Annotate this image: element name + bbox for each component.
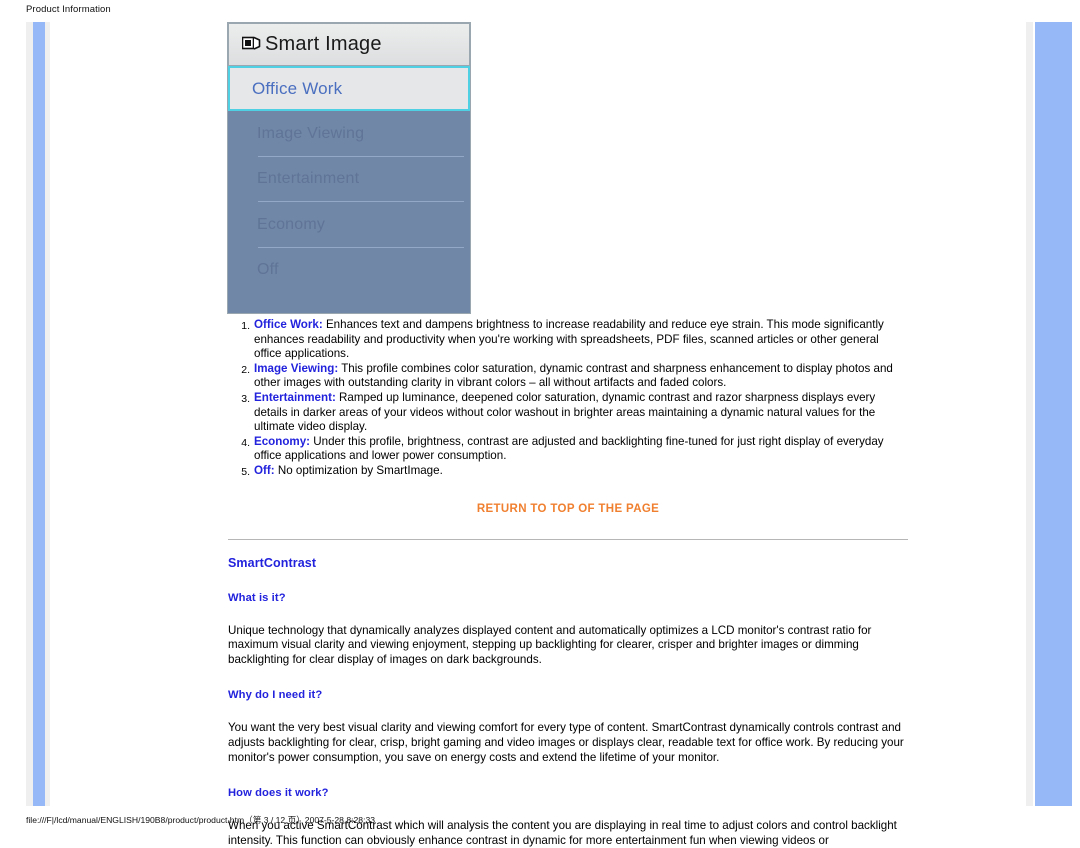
list-item-text: No optimization by SmartImage.	[274, 463, 443, 477]
paragraph-what-is-it: Unique technology that dynamically analy…	[228, 623, 872, 666]
list-item-term: Office Work:	[254, 318, 323, 331]
osd-item-label: Economy	[257, 215, 326, 233]
heading-what-is-it: What is it?	[228, 591, 286, 604]
list-item-text: Enhances text and dampens brightness to …	[254, 318, 884, 361]
document-sheet: Smart Image Office Work Image Viewing En…	[50, 22, 1026, 847]
content-column: Office Work: Enhances text and dampens b…	[228, 318, 908, 848]
return-to-top-link[interactable]: RETURN TO TOP OF THE PAGE	[228, 503, 908, 515]
print-header: Product Information	[26, 4, 111, 15]
osd-item-label: Entertainment	[257, 170, 360, 188]
list-item: Entertainment: Ramped up luminance, deep…	[234, 390, 908, 435]
list-item: Off: No optimization by SmartImage.	[234, 463, 908, 479]
list-item: Economy: Under this profile, brightness,…	[234, 434, 908, 464]
osd-item-label: Off	[257, 261, 279, 279]
osd-item-entertainment[interactable]: Entertainment	[228, 157, 470, 202]
smart-image-osd-panel: Smart Image Office Work Image Viewing En…	[228, 23, 470, 313]
osd-panel-bottom-fill	[228, 293, 470, 313]
left-blue-rail	[33, 22, 45, 806]
osd-item-off[interactable]: Off	[228, 248, 470, 294]
list-item-text: Ramped up luminance, deepened color satu…	[254, 390, 876, 434]
right-blue-rail	[1033, 22, 1072, 806]
list-item-text: Under this profile, brightness, contrast…	[254, 434, 884, 463]
osd-item-office-work[interactable]: Office Work	[228, 66, 470, 111]
smart-image-mode-list: Office Work: Enhances text and dampens b…	[228, 318, 908, 479]
page-title: SmartContrast	[228, 555, 317, 570]
osd-title-bar: Smart Image	[228, 23, 470, 66]
right-rail-gap	[1026, 22, 1033, 806]
list-item-text: This profile combines color saturation, …	[254, 361, 893, 390]
list-item-term: Image Viewing:	[254, 361, 339, 375]
list-item-term: Economy:	[254, 434, 311, 448]
list-item: Office Work: Enhances text and dampens b…	[234, 318, 908, 362]
paragraph-why-do-i-need-it: You want the very best visual clarity an…	[228, 721, 904, 764]
osd-title-label: Smart Image	[265, 33, 382, 55]
osd-item-list: Image Viewing Entertainment Economy Off	[228, 111, 470, 293]
osd-item-image-viewing[interactable]: Image Viewing	[228, 111, 470, 157]
list-item-term: Off:	[254, 463, 275, 477]
heading-how-does-it-work: How does it work?	[228, 787, 329, 800]
page-canvas: Smart Image Office Work Image Viewing En…	[26, 22, 1072, 847]
osd-item-economy[interactable]: Economy	[228, 202, 470, 248]
section-divider	[228, 538, 908, 540]
print-footer: file:///F|/lcd/manual/ENGLISH/190B8/prod…	[26, 815, 376, 825]
heading-why-do-i-need-it: Why do I need it?	[228, 689, 323, 702]
osd-item-label: Image Viewing	[257, 124, 365, 142]
list-item: Image Viewing: This profile combines col…	[234, 361, 908, 391]
smart-image-icon	[241, 36, 261, 54]
osd-selected-label: Office Work	[252, 78, 343, 98]
list-item-term: Entertainment:	[254, 390, 336, 404]
